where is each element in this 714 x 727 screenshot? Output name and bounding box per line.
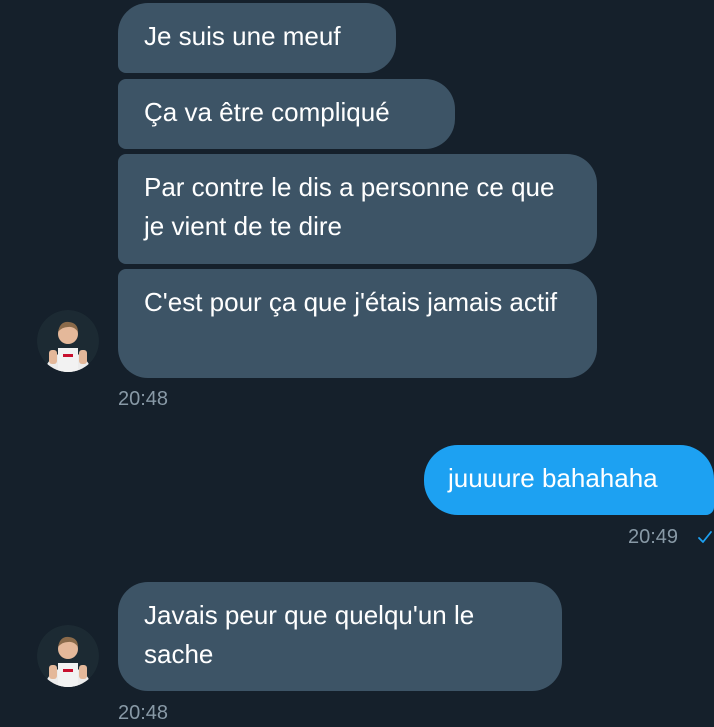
message-timestamp: 20:48	[118, 702, 169, 724]
message-bubble-incoming[interactable]: Ça va être compliqué	[118, 79, 455, 149]
avatar[interactable]	[37, 625, 99, 687]
message-bubble-outgoing[interactable]: juuuure bahahaha	[424, 445, 714, 515]
message-bubble-incoming[interactable]: Je suis une meuf	[118, 3, 396, 73]
message-timestamp: 20:49	[628, 526, 679, 548]
message-bubble-incoming[interactable]: Par contre le dis a personne ce que je v…	[118, 154, 597, 264]
check-icon	[698, 531, 712, 543]
avatar-image	[37, 310, 99, 372]
message-text: Par contre le dis a personne ce que je v…	[144, 172, 555, 241]
message-timestamp: 20:48	[118, 388, 169, 410]
message-bubble-incoming[interactable]: C'est pour ça que j'étais jamais actif	[118, 269, 597, 378]
message-bubble-incoming[interactable]: Javais peur que quelqu'un le sache	[118, 582, 562, 691]
message-text: Je suis une meuf	[144, 21, 341, 51]
message-text: Javais peur que quelqu'un le sache	[144, 600, 475, 669]
message-text: juuuure bahahaha	[448, 463, 658, 493]
avatar[interactable]	[37, 310, 99, 372]
dm-conversation: Je suis une meuf Ça va être compliqué Pa…	[0, 0, 714, 727]
message-text: C'est pour ça que j'étais jamais actif	[144, 287, 558, 317]
message-text: Ça va être compliqué	[144, 97, 390, 127]
avatar-image	[37, 625, 99, 687]
